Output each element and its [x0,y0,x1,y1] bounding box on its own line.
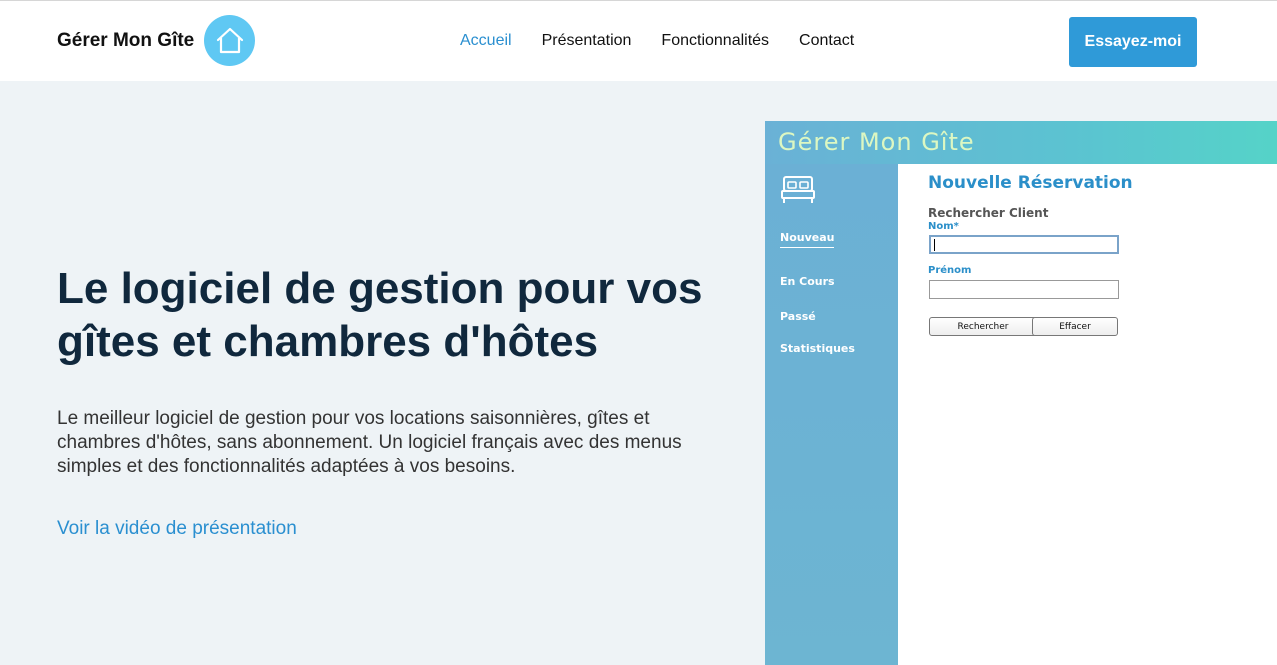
mock-sidebar-en-cours: En Cours [780,275,835,288]
mock-app-title: Gérer Mon Gîte [778,128,975,156]
nav-accueil[interactable]: Accueil [460,32,512,50]
try-me-button[interactable]: Essayez-moi [1069,17,1197,67]
mock-search-button: Rechercher [929,317,1037,336]
brand[interactable]: Gérer Mon Gîte [57,15,256,66]
house-icon [204,15,256,66]
main-nav: Accueil Présentation Fonctionnalités Con… [460,32,854,50]
nav-presentation[interactable]: Présentation [542,32,632,50]
mock-sidebar-nouveau: Nouveau [780,231,835,248]
brand-name: Gérer Mon Gîte [57,29,195,51]
mock-sidebar-passe: Passé [780,310,816,323]
mock-nom-label: Nom* [928,221,959,232]
mock-form-title: Nouvelle Réservation [928,173,1133,193]
app-screenshot: Gérer Mon Gîte Nouveau En Cours Passé St… [765,121,1277,665]
text-caret [934,239,935,251]
mock-sidebar: Nouveau En Cours Passé Statistiques [765,164,898,665]
mock-sidebar-statistiques: Statistiques [780,342,855,355]
mock-clear-button: Effacer [1032,317,1118,336]
bed-icon [781,174,815,209]
mock-header: Gérer Mon Gîte [765,121,1277,164]
mock-form-subtitle: Rechercher Client [928,206,1049,220]
hero-title: Le logiciel de gestion pour vos gîtes et… [57,264,703,366]
hero-description: Le meilleur logiciel de gestion pour vos… [57,408,682,477]
top-navbar: Gérer Mon Gîte Accueil Présentation Fonc… [0,0,1277,81]
mock-form-panel: Nouvelle Réservation Rechercher Client N… [898,164,1277,665]
nav-fonctionnalites[interactable]: Fonctionnalités [661,32,769,50]
mock-prenom-field [929,280,1119,299]
nav-contact[interactable]: Contact [799,32,854,50]
mock-nom-field [929,235,1119,254]
mock-prenom-label: Prénom [928,265,972,276]
video-link[interactable]: Voir la vidéo de présentation [57,518,297,540]
